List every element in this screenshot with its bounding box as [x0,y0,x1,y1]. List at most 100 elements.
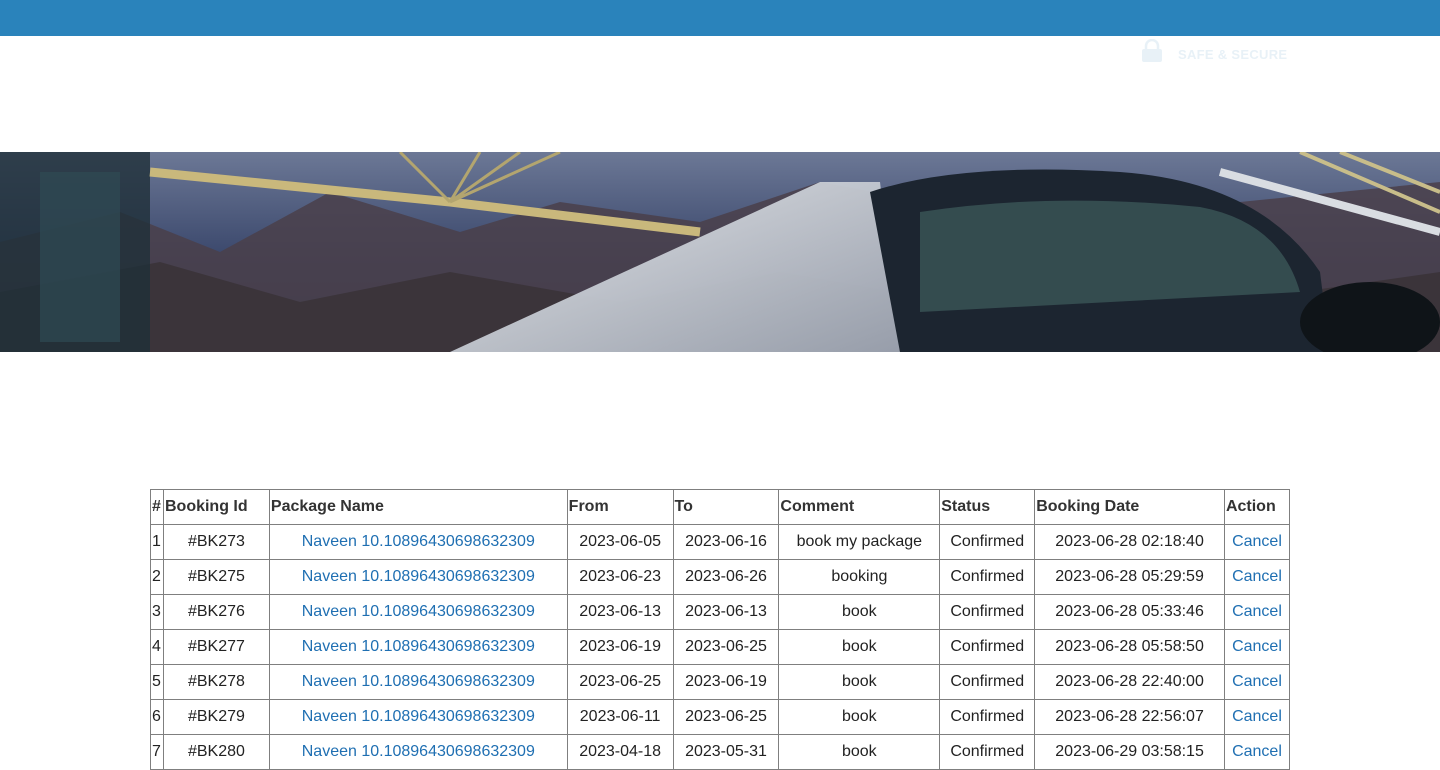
safe-secure-badge: SAFE & SECURE [1140,38,1287,64]
column-header-comment: Comment [778,489,941,525]
package-name-cell: Naveen 10.10896430698632309 [268,594,568,630]
to-date: 2023-06-13 [672,594,780,630]
to-date: 2023-06-26 [672,559,780,595]
status: Confirmed [939,699,1036,735]
row-number: 6 [150,699,164,735]
action-cell: Cancel [1223,629,1291,665]
booking-id: #BK279 [162,699,270,735]
comment: book [778,664,941,700]
comment: book [778,594,941,630]
booking-id: #BK278 [162,664,270,700]
cancel-link[interactable]: Cancel [1232,743,1282,760]
to-date: 2023-06-16 [672,524,780,560]
column-header-number: # [150,489,164,525]
comment: book my package [778,524,941,560]
column-header-booking-id: Booking Id [162,489,270,525]
cancel-link[interactable]: Cancel [1232,638,1282,655]
from-date: 2023-04-18 [566,734,674,770]
package-name-cell: Naveen 10.10896430698632309 [268,734,568,770]
status: Confirmed [939,559,1036,595]
comment: book [778,699,941,735]
cancel-link[interactable]: Cancel [1232,568,1282,585]
column-header-from: From [566,489,674,525]
booking-date: 2023-06-28 22:56:07 [1034,699,1225,735]
booking-date: 2023-06-29 03:58:15 [1034,734,1225,770]
booking-date: 2023-06-28 22:40:00 [1034,664,1225,700]
booking-id: #BK280 [162,734,270,770]
row-number: 5 [150,664,164,700]
cancel-link[interactable]: Cancel [1232,533,1282,550]
action-cell: Cancel [1223,594,1291,630]
row-number: 4 [150,629,164,665]
action-cell: Cancel [1223,664,1291,700]
package-name-cell: Naveen 10.10896430698632309 [268,524,568,560]
column-header-package-name: Package Name [268,489,568,525]
booking-id: #BK277 [162,629,270,665]
bus-mountain-banner-image [0,152,1440,352]
action-cell: Cancel [1223,734,1291,770]
booking-id: #BK275 [162,559,270,595]
table-row: 5 #BK278 Naveen 10.10896430698632309 202… [150,664,1291,700]
status: Confirmed [939,734,1036,770]
package-name-cell: Naveen 10.10896430698632309 [268,629,568,665]
action-cell: Cancel [1223,699,1291,735]
table-header-row: # Booking Id Package Name From To Commen… [150,489,1291,525]
row-number: 7 [150,734,164,770]
booking-id: #BK273 [162,524,270,560]
booking-date: 2023-06-28 05:58:50 [1034,629,1225,665]
to-date: 2023-06-25 [672,699,780,735]
table-row: 2 #BK275 Naveen 10.10896430698632309 202… [150,559,1291,595]
table-row: 1 #BK273 Naveen 10.10896430698632309 202… [150,524,1291,560]
lock-icon [1140,39,1164,63]
status: Confirmed [939,524,1036,560]
table-row: 4 #BK277 Naveen 10.10896430698632309 202… [150,629,1291,665]
cancel-link[interactable]: Cancel [1232,603,1282,620]
from-date: 2023-06-05 [566,524,674,560]
booking-date: 2023-06-28 05:33:46 [1034,594,1225,630]
status: Confirmed [939,629,1036,665]
package-name-cell: Naveen 10.10896430698632309 [268,559,568,595]
from-date: 2023-06-23 [566,559,674,595]
cancel-link[interactable]: Cancel [1232,673,1282,690]
column-header-to: To [672,489,780,525]
column-header-action: Action [1223,489,1291,525]
to-date: 2023-06-19 [672,664,780,700]
table-row: 6 #BK279 Naveen 10.10896430698632309 202… [150,699,1291,735]
status: Confirmed [939,594,1036,630]
comment: book [778,734,941,770]
bookings-table: # Booking Id Package Name From To Commen… [150,489,1291,770]
row-number: 3 [150,594,164,630]
action-cell: Cancel [1223,559,1291,595]
booking-id: #BK276 [162,594,270,630]
action-cell: Cancel [1223,524,1291,560]
package-link[interactable]: Naveen 10.10896430698632309 [302,603,535,620]
row-number: 1 [150,524,164,560]
to-date: 2023-05-31 [672,734,780,770]
status: Confirmed [939,664,1036,700]
comment: book [778,629,941,665]
package-name-cell: Naveen 10.10896430698632309 [268,699,568,735]
booking-date: 2023-06-28 05:29:59 [1034,559,1225,595]
hero-banner [0,152,1440,352]
from-date: 2023-06-25 [566,664,674,700]
from-date: 2023-06-13 [566,594,674,630]
secure-label: SAFE & SECURE [1178,46,1288,62]
package-link[interactable]: Naveen 10.10896430698632309 [302,568,535,585]
row-number: 2 [150,559,164,595]
package-link[interactable]: Naveen 10.10896430698632309 [302,708,535,725]
column-header-status: Status [939,489,1036,525]
cancel-link[interactable]: Cancel [1232,708,1282,725]
to-date: 2023-06-25 [672,629,780,665]
table-row: 3 #BK276 Naveen 10.10896430698632309 202… [150,594,1291,630]
booking-date: 2023-06-28 02:18:40 [1034,524,1225,560]
package-link[interactable]: Naveen 10.10896430698632309 [302,533,535,550]
package-name-cell: Naveen 10.10896430698632309 [268,664,568,700]
column-header-booking-date: Booking Date [1034,489,1225,525]
from-date: 2023-06-11 [566,699,674,735]
package-link[interactable]: Naveen 10.10896430698632309 [302,673,535,690]
top-bar [0,0,1440,36]
from-date: 2023-06-19 [566,629,674,665]
package-link[interactable]: Naveen 10.10896430698632309 [302,743,535,760]
package-link[interactable]: Naveen 10.10896430698632309 [302,638,535,655]
table-row: 7 #BK280 Naveen 10.10896430698632309 202… [150,734,1291,770]
